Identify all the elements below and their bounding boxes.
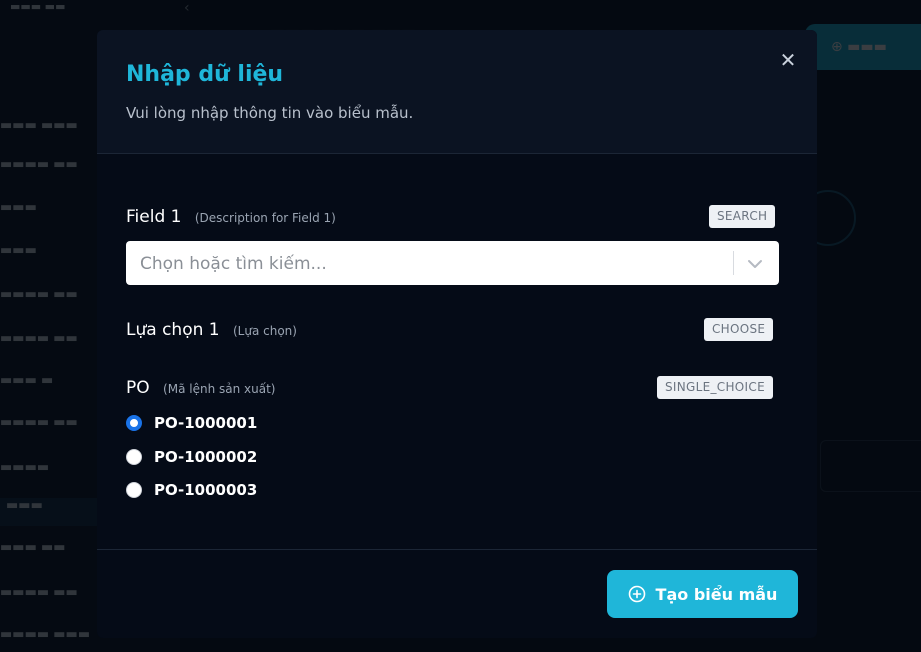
choice1-label: Lựa chọn 1 — [126, 320, 220, 340]
create-form-button[interactable]: Tạo biểu mẫu — [607, 570, 798, 618]
po-option[interactable]: PO-1000002 — [126, 446, 257, 468]
po-type-badge: SINGLE_CHOICE — [657, 376, 773, 399]
po-description: (Mã lệnh sản xuất) — [163, 382, 276, 396]
choice1-label-group: Lựa chọn 1 (Lựa chọn) — [126, 320, 297, 340]
select-divider — [733, 251, 734, 275]
modal-title: Nhập dữ liệu — [126, 62, 284, 87]
po-option-label: PO-1000003 — [154, 481, 258, 499]
po-option-label: PO-1000002 — [154, 448, 258, 466]
modal-header: Nhập dữ liệu Vui lòng nhập thông tin vào… — [97, 30, 817, 154]
field1-search-input[interactable] — [138, 241, 722, 287]
create-form-button-label: Tạo biểu mẫu — [655, 584, 778, 604]
data-entry-modal: Nhập dữ liệu Vui lòng nhập thông tin vào… — [97, 30, 817, 638]
chevron-down-icon[interactable] — [744, 253, 766, 275]
field1-type-badge: SEARCH — [709, 205, 776, 228]
po-option[interactable]: PO-1000001 — [126, 412, 257, 434]
radio-button[interactable] — [126, 449, 142, 465]
plus-circle-icon — [628, 585, 645, 603]
po-label-group: PO (Mã lệnh sản xuất) — [126, 378, 275, 398]
footer-divider — [97, 549, 817, 550]
po-option-label: PO-1000001 — [154, 414, 258, 432]
field1-label-group: Field 1 (Description for Field 1) — [126, 207, 336, 227]
field1-description: (Description for Field 1) — [194, 211, 336, 225]
radio-button[interactable] — [126, 482, 142, 498]
close-icon[interactable]: ✕ — [777, 49, 799, 71]
modal-subtitle: Vui lòng nhập thông tin vào biểu mẫu. — [126, 104, 414, 122]
radio-button-checked[interactable] — [126, 415, 142, 431]
choice1-description: (Lựa chọn) — [233, 324, 297, 338]
po-label: PO — [126, 378, 150, 398]
field1-select[interactable] — [126, 241, 779, 287]
po-option[interactable]: PO-1000003 — [126, 479, 257, 501]
choice1-type-badge: CHOOSE — [704, 318, 774, 341]
field1-label: Field 1 — [126, 207, 182, 227]
